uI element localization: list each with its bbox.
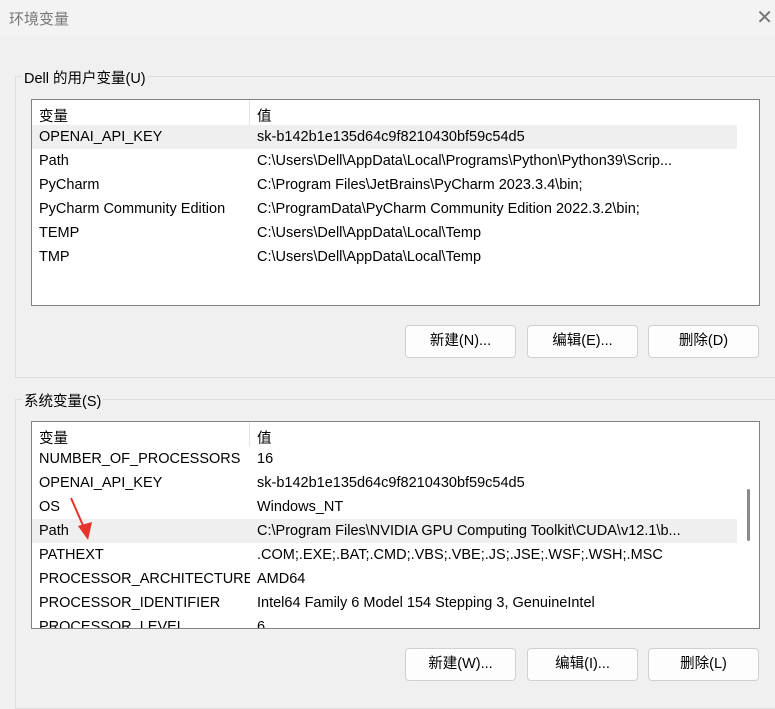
list-header: 变量 值 [32, 422, 759, 447]
variable-value: C:\Program Files\NVIDIA GPU Computing To… [257, 523, 681, 539]
variable-value: C:\Users\Dell\AppData\Local\Programs\Pyt… [257, 153, 673, 169]
table-row[interactable]: Path C:\Users\Dell\AppData\Local\Programs… [32, 149, 737, 173]
variable-name: Path [39, 523, 69, 539]
table-row[interactable]: PyCharm C:\Program Files\JetBrains\PyChar… [32, 173, 737, 197]
variable-value: C:\Users\Dell\AppData\Local\Temp [257, 249, 482, 265]
user-variables-label: Dell 的用户变量(U) [22, 67, 148, 88]
variable-value: .COM;.EXE;.BAT;.CMD;.VBS;.VBE;.JS;.JSE;.… [257, 547, 663, 563]
variable-value: C:\Program Files\JetBrains\PyCharm 2023.… [257, 177, 583, 193]
variable-value: sk-b142b1e135d64c9f8210430bf59c54d5 [257, 475, 525, 491]
window-title: 环境变量 [9, 11, 70, 28]
variable-name: NUMBER_OF_PROCESSORS [39, 451, 241, 467]
table-row[interactable]: PyCharm Community Edition C:\ProgramData\… [32, 197, 737, 221]
table-row[interactable]: OPENAI_API_KEY sk-b142b1e135d64c9f8210430… [32, 471, 737, 495]
column-header-variable[interactable]: 变量 [32, 422, 250, 447]
variable-name: Path [39, 153, 69, 169]
variable-name: TEMP [39, 225, 80, 241]
user-delete-button[interactable]: 删除(D) [648, 325, 759, 358]
user-new-button[interactable]: 新建(N)... [405, 325, 516, 358]
table-row[interactable]: PROCESSOR_IDENTIFIER Intel64 Family 6 Mod… [32, 591, 737, 615]
variable-value: sk-b142b1e135d64c9f8210430bf59c54d5 [257, 129, 525, 145]
system-delete-button[interactable]: 删除(L) [648, 648, 759, 681]
column-header-value[interactable]: 值 [250, 422, 759, 447]
scrollbar[interactable] [737, 422, 759, 628]
variable-value: Intel64 Family 6 Model 154 Stepping 3, G… [257, 595, 595, 611]
variable-value: 6 [257, 619, 266, 629]
variable-name: OS [39, 499, 60, 515]
table-row[interactable]: TEMP C:\Users\Dell\AppData\Local\Temp [32, 221, 737, 245]
variable-name: PROCESSOR_ARCHITECTURE [39, 571, 250, 587]
system-variables-list[interactable]: 变量 值 NUMBER_OF_PROCESSORS 16 OPENAI_API_KE… [31, 421, 760, 629]
table-row[interactable]: OPENAI_API_KEY sk-b142b1e135d64c9f8210430… [32, 125, 737, 149]
variable-name: PROCESSOR_IDENTIFIER [39, 595, 221, 611]
variable-value: C:\Users\Dell\AppData\Local\Temp [257, 225, 482, 241]
scrollbar-thumb[interactable] [747, 489, 750, 541]
red-arrow-annotation [70, 497, 92, 540]
variable-name: PATHEXT [39, 547, 104, 563]
variable-value: AMD64 [257, 571, 306, 587]
variable-name: OPENAI_API_KEY [39, 475, 163, 491]
table-row[interactable]: PROCESSOR_ARCHITECTURE AMD64 [32, 567, 737, 591]
user-edit-button[interactable]: 编辑(E)... [527, 325, 638, 358]
variable-name: PyCharm [39, 177, 100, 193]
table-row[interactable]: PATHEXT .COM;.EXE;.BAT;.CMD;.VBS;.VBE;.JS… [32, 543, 737, 567]
variable-value: C:\ProgramData\PyCharm Community Edition… [257, 201, 640, 217]
table-row[interactable]: PROCESSOR_LEVEL 6 [32, 615, 737, 629]
variable-value: Windows_NT [257, 499, 344, 515]
variable-name: PyCharm Community Edition [39, 201, 226, 217]
close-icon[interactable]: ✕ [756, 5, 773, 30]
table-row[interactable]: TMP C:\Users\Dell\AppData\Local\Temp [32, 245, 737, 269]
column-header-value[interactable]: 值 [250, 100, 759, 125]
variable-name: OPENAI_API_KEY [39, 129, 163, 145]
list-header: 变量 值 [32, 100, 759, 125]
system-new-button[interactable]: 新建(W)... [405, 648, 516, 681]
variable-name: PROCESSOR_LEVEL [39, 619, 185, 629]
system-edit-button[interactable]: 编辑(I)... [527, 648, 638, 681]
user-variables-list[interactable]: 变量 值 OPENAI_API_KEY sk-b142b1e135d64c9f82… [31, 99, 760, 306]
table-row[interactable]: Path C:\Program Files\NVIDIA GPU Computin… [32, 519, 737, 543]
title-bar: 环境变量 ✕ [0, 0, 775, 36]
system-variables-label: 系统变量(S) [22, 390, 104, 411]
variable-name: TMP [39, 249, 70, 265]
table-row[interactable]: NUMBER_OF_PROCESSORS 16 [32, 447, 737, 471]
variable-value: 16 [257, 451, 274, 467]
column-header-variable[interactable]: 变量 [32, 100, 250, 125]
table-row[interactable]: OS Windows_NT [32, 495, 737, 519]
